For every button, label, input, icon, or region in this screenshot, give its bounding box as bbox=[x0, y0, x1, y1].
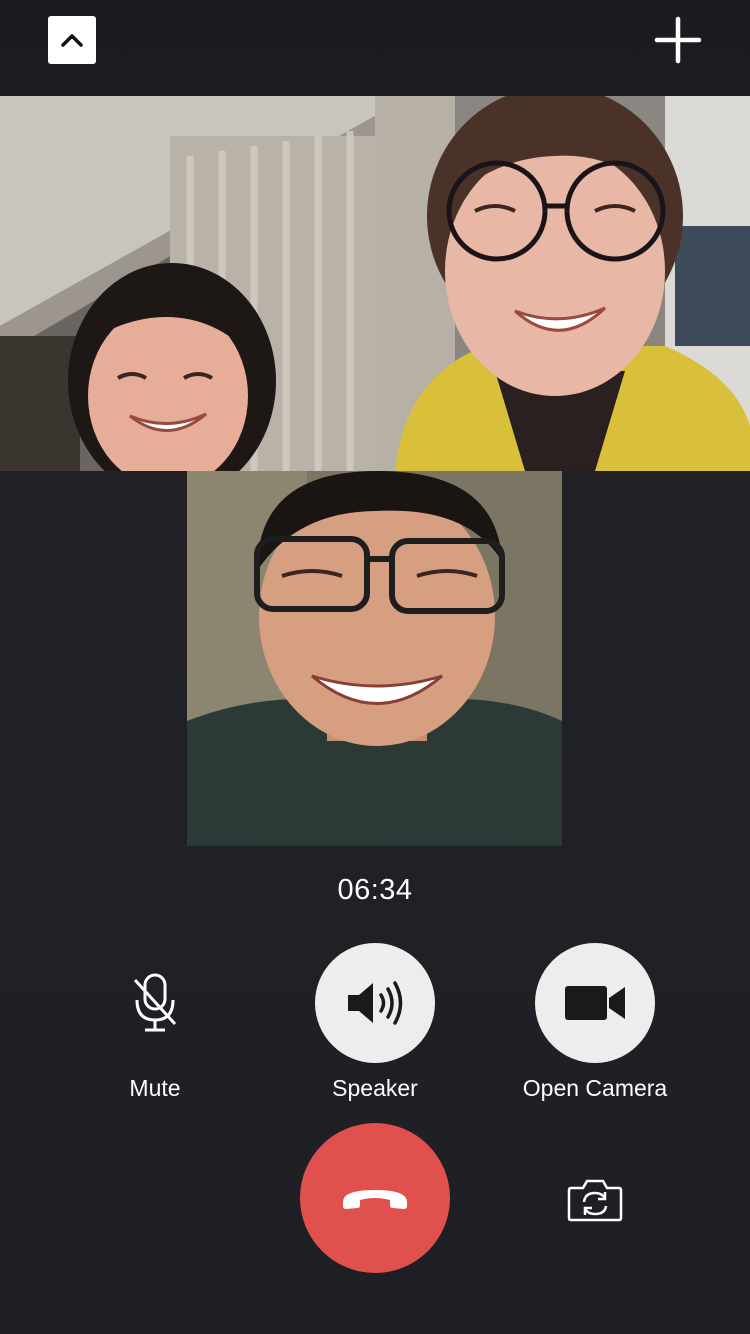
video-frame bbox=[0, 96, 375, 471]
mute-label: Mute bbox=[129, 1075, 181, 1101]
chevron-up-icon bbox=[61, 34, 83, 47]
plus-icon bbox=[654, 16, 702, 64]
speaker-label: Speaker bbox=[332, 1075, 418, 1101]
video-camera-icon bbox=[565, 986, 625, 1020]
mute-button[interactable] bbox=[95, 943, 215, 1063]
open-camera-button[interactable] bbox=[535, 943, 655, 1063]
participant-video-3[interactable] bbox=[187, 471, 562, 846]
call-timer: 06:34 bbox=[337, 874, 413, 906]
speaker-icon bbox=[348, 981, 403, 1025]
hangup-button[interactable] bbox=[300, 1123, 450, 1273]
speaker-control[interactable]: Speaker bbox=[275, 943, 475, 1102]
add-participant-button[interactable] bbox=[652, 14, 704, 66]
mute-control[interactable]: Mute bbox=[55, 943, 255, 1102]
video-call-screen: 06:34 Mute Speaker Open Camera bbox=[0, 0, 750, 1334]
phone-hangup-icon bbox=[343, 1190, 407, 1209]
participant-video-2[interactable] bbox=[375, 96, 750, 471]
open-camera-label: Open Camera bbox=[522, 1075, 668, 1101]
microphone-muted-icon bbox=[133, 973, 177, 1032]
flip-camera-button[interactable] bbox=[563, 1172, 627, 1228]
camera-flip-icon bbox=[567, 1179, 623, 1222]
top-bar bbox=[0, 0, 750, 96]
video-frame bbox=[187, 471, 562, 846]
participant-video-1[interactable] bbox=[0, 96, 375, 471]
speaker-button[interactable] bbox=[315, 943, 435, 1063]
video-frame bbox=[375, 96, 750, 471]
minimize-button[interactable] bbox=[48, 16, 96, 64]
open-camera-control[interactable]: Open Camera bbox=[495, 943, 695, 1102]
